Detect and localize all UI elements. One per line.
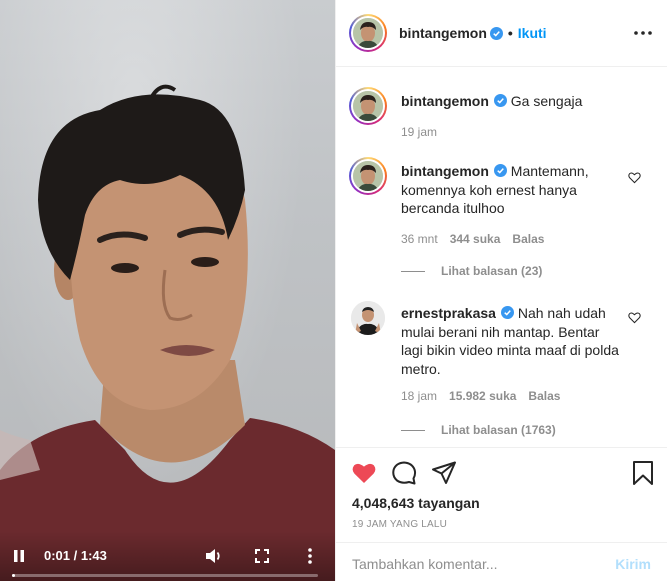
caption-meta: 19 jam [401,125,437,139]
pause-button[interactable] [8,545,30,567]
verified-badge-icon [489,26,503,40]
view-replies-label: Lihat balasan (23) [441,264,543,278]
comment-username[interactable]: ernestprakasa [401,305,496,321]
comment-text-block: bintangemon Mantemann, komennya koh erne… [401,162,623,218]
fullscreen-icon [255,549,269,563]
fullscreen-button[interactable] [251,545,273,567]
like-heart-icon[interactable] [351,460,377,486]
video-progress-fill [12,574,16,577]
post-time[interactable]: 19 JAM YANG LALU [352,519,447,530]
share-icon[interactable] [431,460,457,486]
caption-text-block: bintangemon Ga sengaja [401,92,623,111]
view-replies-button[interactable]: Lihat balasan (23) [401,264,542,278]
comment-icon[interactable] [391,460,417,486]
save-bookmark-icon[interactable] [630,460,656,486]
comment-likes[interactable]: 15.982 suka [449,389,516,403]
post-header: bintangemon • Ikuti [336,0,667,67]
view-count[interactable]: 4,048,643 tayangan [352,495,480,511]
post-actions: 4,048,643 tayangan 19 JAM YANG LALU Kiri… [336,447,667,581]
options-button[interactable] [633,23,653,43]
header-separator: • [507,25,513,41]
pause-icon [14,550,24,562]
verified-badge-icon [500,306,514,319]
comment-time[interactable]: 36 mnt [401,232,438,246]
like-comment-heart-icon[interactable] [628,311,641,324]
comment-input[interactable] [352,552,592,576]
avatar[interactable] [349,14,387,52]
volume-icon [206,549,220,563]
volume-button[interactable] [202,545,226,567]
reply-button[interactable]: Balas [512,232,544,246]
more-horizontal-icon [634,31,652,35]
avatar[interactable] [349,157,387,195]
more-vertical-icon [308,548,312,564]
follow-button[interactable]: Ikuti [518,25,547,41]
avatar[interactable] [349,299,387,337]
video-frame [0,84,335,581]
video-more-button[interactable] [300,545,320,567]
caption-time[interactable]: 19 jam [401,125,437,139]
comment-time[interactable]: 18 jam [401,389,437,403]
video-player[interactable]: 0:01 / 1:43 [0,0,335,581]
view-replies-button[interactable]: Lihat balasan (1763) [401,423,556,437]
video-controls: 0:01 / 1:43 [0,531,335,581]
comments-list[interactable]: bintangemon Ga sengaja 19 jam bintangemo… [336,68,667,448]
like-comment-heart-icon[interactable] [628,171,641,184]
comment-likes[interactable]: 344 suka [450,232,501,246]
divider [401,270,425,272]
video-time: 0:01 / 1:43 [44,548,107,563]
post-comment-button[interactable]: Kirim [615,556,651,572]
divider [401,429,425,431]
view-count-label: 4,048,643 tayangan [352,495,480,511]
caption-text: Ga sengaja [510,93,583,109]
header-username[interactable]: bintangemon [399,25,487,41]
verified-badge-icon [493,94,507,107]
add-comment-bar: Kirim [336,542,667,581]
comment-username[interactable]: bintangemon [401,163,489,179]
comment-meta: 18 jam 15.982 suka Balas [401,389,560,403]
verified-badge-icon [493,164,507,177]
avatar[interactable] [349,87,387,125]
view-replies-label: Lihat balasan (1763) [441,423,556,437]
reply-button[interactable]: Balas [528,389,560,403]
comment-meta: 36 mnt 344 suka Balas [401,232,544,246]
comment-text-block: ernestprakasa Nah nah udah mulai berani … [401,304,623,378]
caption-username[interactable]: bintangemon [401,93,489,109]
post-panel: bintangemon • Ikuti bintangemon Ga senga… [335,0,667,581]
video-progress-bar[interactable] [12,574,318,577]
